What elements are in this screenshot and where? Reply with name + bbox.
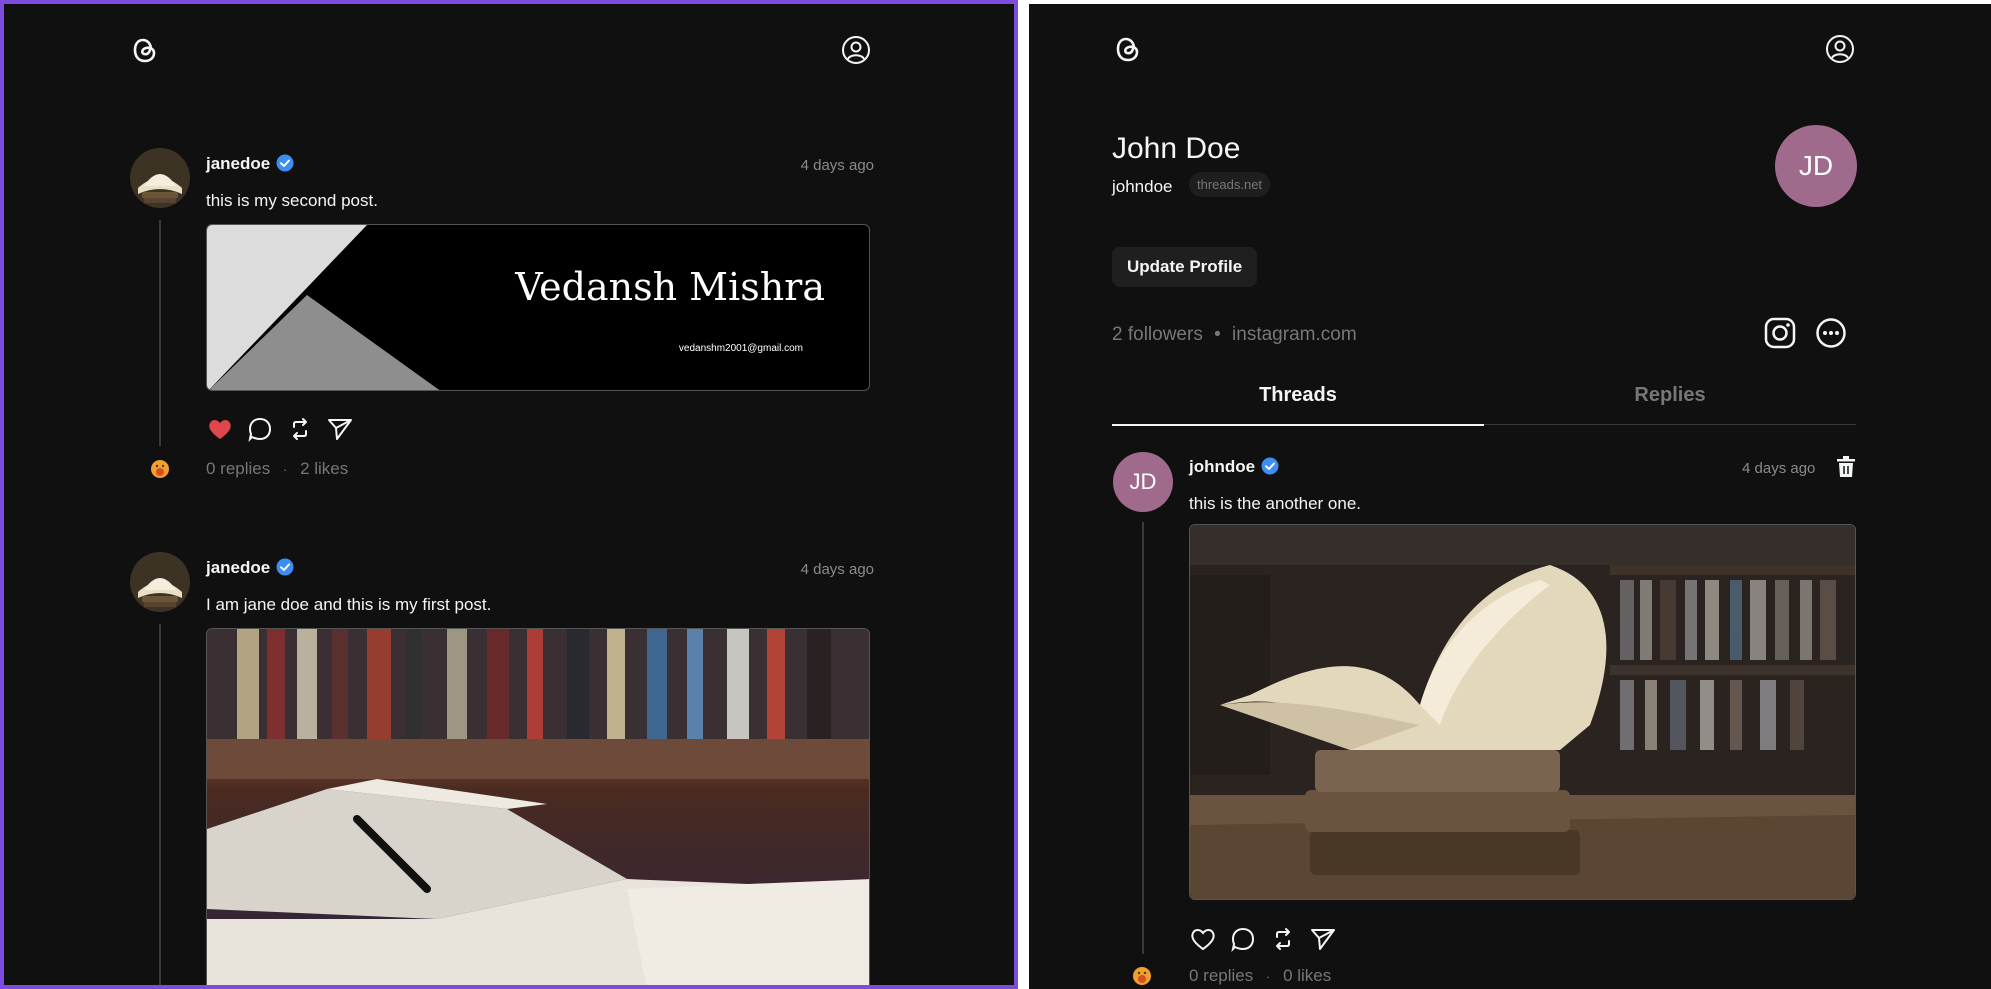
post-text: this is the another one. <box>1189 494 1362 513</box>
username[interactable]: johndoe <box>1189 457 1255 476</box>
post-text: I am jane doe and this is my first post. <box>206 595 492 614</box>
post-header: johndoe <box>1189 457 1279 477</box>
like-count[interactable]: 2 likes <box>300 459 348 478</box>
reply-avatar-icon <box>150 459 170 479</box>
more-options-icon[interactable] <box>1815 317 1847 349</box>
username[interactable]: janedoe <box>206 154 270 173</box>
post-stats: 0 replies · 0 likes <box>1189 966 1331 986</box>
stats-separator: · <box>1266 969 1271 984</box>
threads-logo-icon[interactable] <box>130 34 160 66</box>
stats-separator: · <box>283 462 288 477</box>
profile-avatar[interactable]: JD <box>1775 125 1857 207</box>
post-image-books[interactable] <box>206 628 870 985</box>
thread-line <box>159 624 161 985</box>
banner-email: vedanshm2001@gmail.com <box>678 343 803 354</box>
profile-handle: johndoe <box>1112 177 1173 196</box>
reply-count[interactable]: 0 replies <box>206 459 270 478</box>
trash-icon[interactable] <box>1835 455 1857 479</box>
tab-replies[interactable]: Replies <box>1484 384 1856 426</box>
update-profile-button[interactable]: Update Profile <box>1112 247 1258 287</box>
like-icon[interactable] <box>1189 925 1217 953</box>
books-image <box>207 629 869 985</box>
post-time: 4 days ago <box>800 561 874 578</box>
username[interactable]: janedoe <box>206 558 270 577</box>
feed-panel: janedoe 4 days ago this is my second pos… <box>0 0 1018 989</box>
threads-logo-icon[interactable] <box>1113 33 1143 65</box>
thread-line <box>159 220 161 446</box>
profile-panel: John Doe johndoe threads.net JD Update P… <box>1029 4 1991 989</box>
post-header: janedoe <box>206 154 294 174</box>
post-text: this is my second post. <box>206 191 378 210</box>
verified-badge-icon <box>276 154 294 172</box>
comment-icon[interactable] <box>1229 925 1257 953</box>
domain-badge: threads.net <box>1189 172 1271 197</box>
share-icon[interactable] <box>1309 925 1337 953</box>
profile-icon[interactable] <box>1825 34 1855 64</box>
post-header: janedoe <box>206 558 294 578</box>
repost-icon[interactable] <box>286 415 314 443</box>
post-stats: 0 replies · 2 likes <box>206 459 348 479</box>
profile-meta: 2 followers • instagram.com <box>1112 324 1357 346</box>
thread-line <box>1142 522 1144 954</box>
post-image-old-books[interactable] <box>1189 524 1856 900</box>
banner-title: Vedansh Mishra <box>515 265 825 309</box>
share-icon[interactable] <box>326 415 354 443</box>
post-image-banner[interactable]: Vedansh Mishra vedanshm2001@gmail.com <box>206 224 870 391</box>
meta-dot: • <box>1214 324 1221 345</box>
profile-name: John Doe <box>1112 132 1241 165</box>
reply-avatar-icon <box>1132 966 1152 986</box>
post-actions <box>1189 925 1349 953</box>
like-count[interactable]: 0 likes <box>1283 966 1331 985</box>
reply-count[interactable]: 0 replies <box>1189 966 1253 985</box>
repost-icon[interactable] <box>1269 925 1297 953</box>
tab-threads[interactable]: Threads <box>1112 384 1484 426</box>
comment-icon[interactable] <box>246 415 274 443</box>
avatar[interactable] <box>130 552 190 612</box>
like-filled-icon[interactable] <box>206 415 234 443</box>
followers-count[interactable]: 2 followers <box>1112 324 1203 345</box>
avatar[interactable] <box>130 148 190 208</box>
post-time: 4 days ago <box>1742 460 1816 477</box>
profile-link[interactable]: instagram.com <box>1232 324 1357 345</box>
profile-icon[interactable] <box>841 35 871 65</box>
verified-badge-icon <box>276 558 294 576</box>
post-actions <box>206 415 366 443</box>
instagram-icon[interactable] <box>1764 317 1796 349</box>
post-avatar[interactable]: JD <box>1113 452 1173 512</box>
post-time: 4 days ago <box>800 157 874 174</box>
old-books-image <box>1190 525 1855 899</box>
verified-badge-icon <box>1261 457 1279 475</box>
